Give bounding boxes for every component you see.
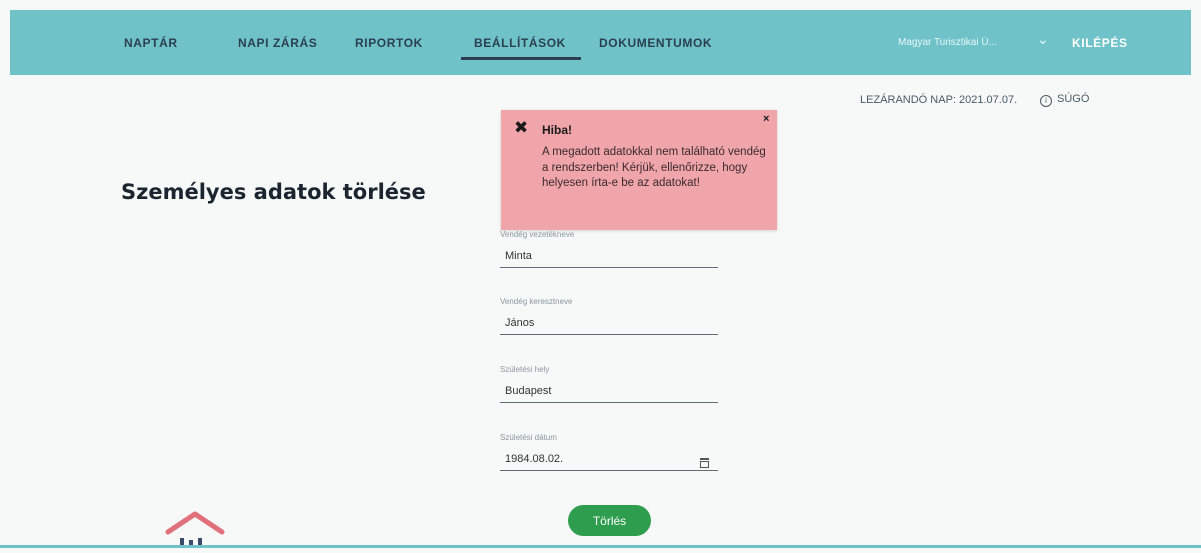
closing-day-label: LEZÁRANDÓ NAP: 2021.07.07. xyxy=(860,94,1018,106)
birth-date-value: 1984.08.02. xyxy=(505,453,564,465)
info-icon: i xyxy=(1040,95,1052,107)
birth-place-input[interactable]: Budapest xyxy=(500,381,718,403)
nav-item-beallitasok[interactable]: BEÁLLÍTÁSOK xyxy=(474,36,566,50)
birth-date-input[interactable]: 1984.08.02. xyxy=(500,449,718,471)
top-navigation-bar: NAPTÁR NAPI ZÁRÁS RIPORTOK BEÁLLÍTÁSOK D… xyxy=(10,10,1191,75)
nav-item-napi-zaras[interactable]: NAPI ZÁRÁS xyxy=(238,36,317,50)
delete-button[interactable]: Törlés xyxy=(568,505,651,536)
alert-message: A megadott adatokkal nem található vendé… xyxy=(542,146,766,189)
alert-title: Hiba! xyxy=(542,123,572,137)
birth-date-label: Születési dátum xyxy=(500,433,557,442)
first-name-input[interactable]: János xyxy=(500,313,718,335)
help-label: SÚGÓ xyxy=(1057,93,1090,105)
last-name-input[interactable]: Minta xyxy=(500,246,718,268)
house-logo-icon xyxy=(160,510,230,548)
page-title: Személyes adatok törlése xyxy=(121,180,426,204)
nav-item-riportok[interactable]: RIPORTOK xyxy=(355,36,423,50)
last-name-label: Vendég vezetékneve xyxy=(500,230,575,239)
first-name-label: Vendég keresztneve xyxy=(500,297,573,306)
help-link[interactable]: i SÚGÓ xyxy=(1040,93,1089,107)
nav-item-naptar[interactable]: NAPTÁR xyxy=(124,36,178,50)
error-alert: ✖ Hiba! × A megadott adatokkal nem talál… xyxy=(501,110,777,230)
active-tab-indicator xyxy=(461,57,581,60)
close-x-icon: ✖ xyxy=(514,118,529,137)
calendar-icon[interactable] xyxy=(700,458,709,468)
company-selector[interactable]: Magyar Turisztikai Ü... xyxy=(898,37,997,48)
birth-place-label: Születési hely xyxy=(500,365,550,374)
nav-item-dokumentumok[interactable]: DOKUMENTUMOK xyxy=(599,36,712,50)
chevron-down-icon[interactable]: ⌄ xyxy=(1037,31,1049,48)
logout-button[interactable]: KILÉPÉS xyxy=(1072,36,1128,50)
alert-close-button[interactable]: × xyxy=(763,113,769,125)
